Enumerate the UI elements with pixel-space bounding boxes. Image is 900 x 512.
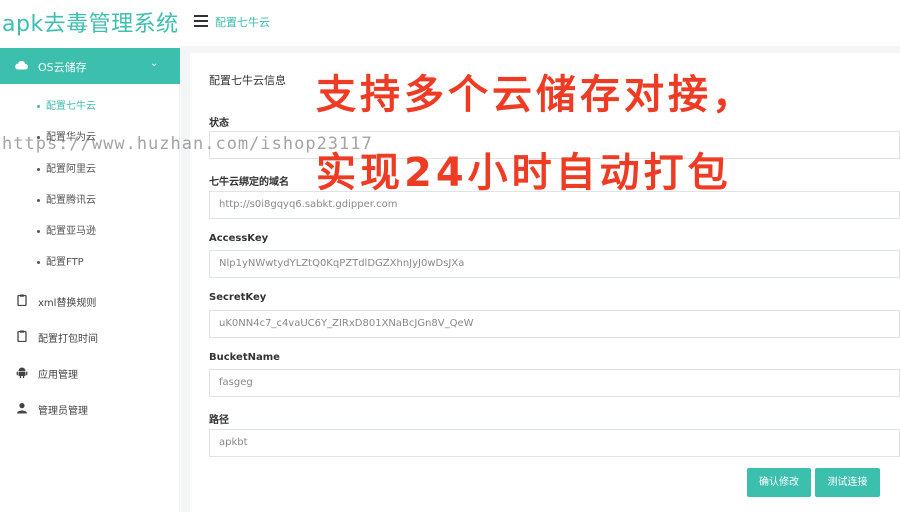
sidebar-item-aliyun[interactable]: 配置阿里云 (37, 160, 96, 175)
path-label: 路径 (209, 415, 229, 426)
domain-label: 七牛云绑定的域名 (209, 177, 289, 188)
panel-title: 配置七牛云信息 (209, 74, 286, 87)
android-icon (16, 367, 28, 378)
sidebar-item-label: 应用管理 (38, 370, 78, 381)
menu-toggle-icon[interactable] (194, 15, 208, 27)
top-header: apk去毒管理系统 配置七牛云 (0, 0, 900, 46)
sidebar-item-label: 配置亚马逊 (46, 226, 96, 237)
sidebar-group-cloud-storage[interactable]: OS云储存 ⌄ (0, 48, 180, 84)
accesskey-input[interactable]: Nlp1yNWwtydYLZtQ0KqPZTdlDGZXhnJyJ0wDsJXa (209, 250, 900, 278)
accesskey-label: AccessKey (209, 233, 269, 244)
sidebar-item-ftp[interactable]: 配置FTP (37, 253, 84, 268)
path-input[interactable]: apkbt (209, 429, 900, 457)
sidebar-item-xml-rules[interactable]: xml替换规则 (0, 286, 180, 316)
test-connection-button[interactable]: 测试连接 (815, 468, 880, 497)
bucketname-input[interactable]: fasgeg (209, 369, 900, 397)
sidebar-group-label: OS云储存 (38, 61, 87, 74)
sidebar-item-label: 配置FTP (46, 257, 84, 268)
sidebar-item-label: 配置腾讯云 (46, 195, 96, 206)
bullet-icon (37, 167, 40, 171)
breadcrumb: 配置七牛云 (215, 16, 270, 29)
bullet-icon (37, 198, 40, 202)
cloud-icon (15, 60, 28, 70)
sidebar-item-label: 管理员管理 (38, 406, 88, 417)
sidebar-item-label: xml替换规则 (38, 298, 97, 309)
sidebar: OS云储存 ⌄ 配置七牛云 配置华为云 配置阿里云 配置腾讯云 配置亚马逊 配置… (0, 46, 180, 512)
bullet-icon (37, 229, 40, 233)
brand-title: apk去毒管理系统 (2, 12, 179, 37)
bullet-icon (37, 104, 40, 108)
sidebar-item-tencent[interactable]: 配置腾讯云 (37, 191, 96, 206)
sidebar-item-label: 配置七牛云 (46, 101, 96, 112)
secretkey-label: SecretKey (209, 292, 267, 303)
chevron-down-icon: ⌄ (150, 58, 159, 69)
status-label: 状态 (209, 118, 229, 129)
clipboard-icon (17, 294, 27, 306)
confirm-button[interactable]: 确认修改 (747, 468, 811, 497)
bullet-icon (37, 260, 40, 264)
sidebar-item-label: 配置阿里云 (46, 164, 96, 175)
watermark-text: https://www.huzhan.com/ishop23117 (2, 134, 373, 154)
sidebar-item-admin-manage[interactable]: 管理员管理 (0, 394, 180, 424)
sidebar-item-amazon[interactable]: 配置亚马逊 (37, 222, 96, 237)
sidebar-item-qiniu[interactable]: 配置七牛云 (37, 97, 96, 112)
secretkey-input[interactable]: uK0NN4c7_c4vaUC6Y_ZIRxD801XNaBcJGn8V_QeW (209, 310, 900, 338)
sidebar-item-app-manage[interactable]: 应用管理 (0, 358, 180, 388)
clipboard-icon (17, 330, 27, 342)
user-icon (17, 403, 27, 414)
sidebar-item-pack-time[interactable]: 配置打包时间 (0, 322, 180, 352)
sidebar-item-label: 配置打包时间 (38, 334, 98, 345)
promo-line-2: 实现24小时自动打包 (316, 150, 732, 196)
bucketname-label: BucketName (209, 352, 280, 363)
promo-line-1: 支持多个云储存对接， (316, 72, 756, 118)
